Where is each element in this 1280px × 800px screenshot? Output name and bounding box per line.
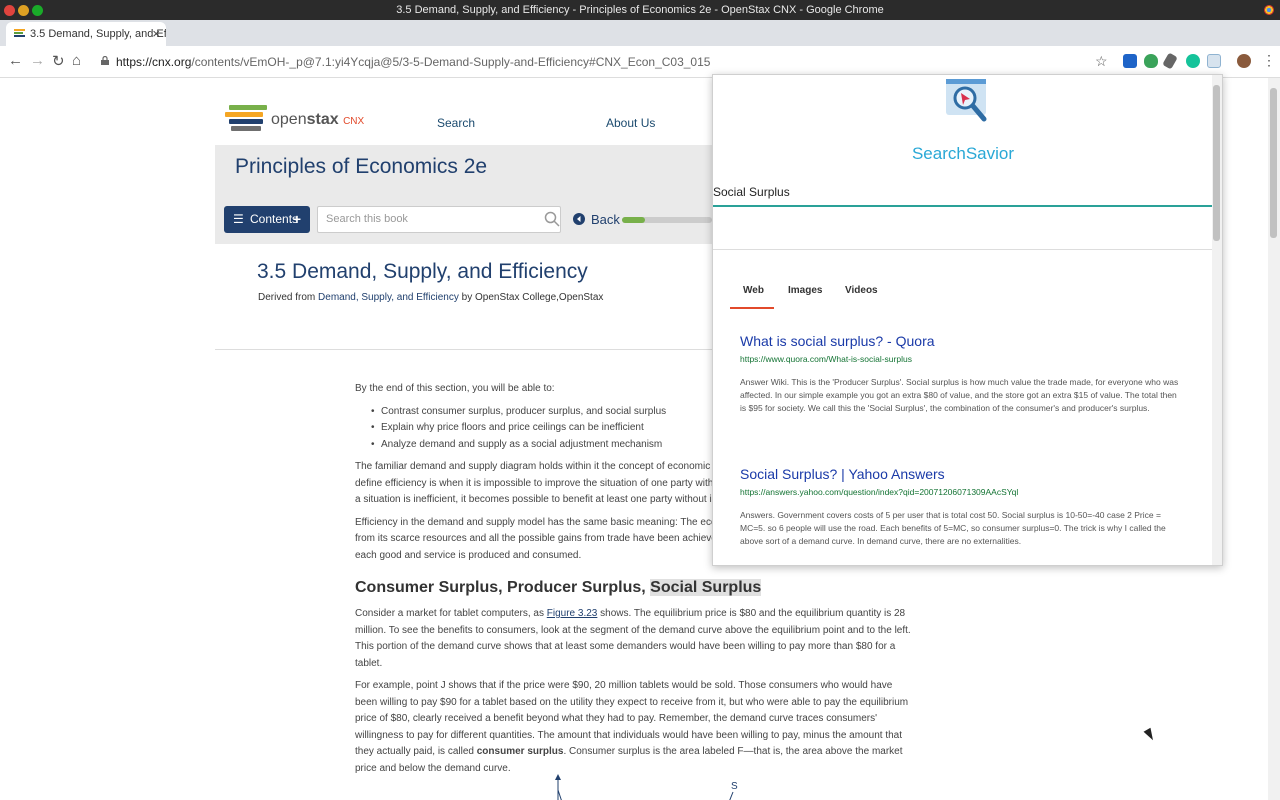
back-link[interactable]: Back: [591, 212, 620, 227]
search-book-input[interactable]: Search this book: [317, 206, 561, 233]
close-window-button[interactable]: [4, 5, 15, 16]
tab-videos[interactable]: Videos: [845, 285, 878, 296]
logo-text: openstax CNX: [271, 111, 364, 129]
tab-title: 3.5 Demand, Supply, and Effic: [30, 28, 166, 40]
logo-bar-green: [229, 105, 267, 110]
book-title[interactable]: Principles of Economics 2e: [235, 155, 487, 179]
result-title[interactable]: What is social surplus? - Quora: [740, 333, 1180, 349]
window-title: 3.5 Demand, Supply, and Efficiency - Pri…: [396, 4, 884, 16]
logo-bar-orange: [225, 112, 263, 117]
tab-images[interactable]: Images: [788, 285, 822, 296]
subsection-heading: Consumer Surplus, Producer Surplus, Soci…: [355, 578, 915, 598]
result-url[interactable]: https://www.quora.com/What-is-social-sur…: [740, 354, 1180, 364]
result-title[interactable]: Social Surplus? | Yahoo Answers: [740, 466, 1180, 482]
derived-source-link[interactable]: Demand, Supply, and Efficiency: [318, 292, 459, 303]
lock-icon: [101, 56, 109, 65]
back-arrow-icon[interactable]: ←: [8, 52, 23, 69]
maximize-window-button[interactable]: [32, 5, 43, 16]
search-icon[interactable]: [544, 211, 560, 227]
page-scrollbar-thumb[interactable]: [1270, 88, 1277, 238]
extension-tool-icon[interactable]: [1162, 52, 1178, 70]
paragraph: Consider a market for tablet computers, …: [355, 606, 915, 672]
heading-text: Consumer Surplus, Producer Surplus,: [355, 579, 651, 596]
result-url[interactable]: https://answers.yahoo.com/question/index…: [740, 487, 1180, 497]
section-title: 3.5 Demand, Supply, and Efficiency: [257, 260, 588, 283]
reload-icon[interactable]: ↻: [52, 52, 65, 70]
derived-suffix: by OpenStax College,OpenStax: [461, 292, 604, 303]
mouse-cursor-icon: [1143, 727, 1157, 743]
heading-highlight: Social Surplus: [650, 579, 762, 596]
nav-about-link[interactable]: About Us: [606, 116, 655, 130]
contents-label: Contents: [250, 212, 299, 226]
divider: [215, 349, 715, 350]
chrome-icon: [1264, 5, 1274, 15]
paragraph-text: Consider a market for tablet computers, …: [355, 608, 544, 619]
popup-divider: [713, 249, 1213, 250]
window-titlebar: 3.5 Demand, Supply, and Efficiency - Pri…: [0, 0, 1280, 20]
result-snippet: Answers. Government covers costs of 5 pe…: [740, 510, 1166, 546]
searchsavior-logo-icon: [946, 79, 987, 122]
searchsavior-popup: SearchSavior Web Images Videos What is s…: [712, 74, 1223, 566]
address-bar[interactable]: https://cnx.org/contents/vEmOH-_p@7.1:yi…: [116, 55, 710, 69]
minimize-window-button[interactable]: [18, 5, 29, 16]
derived-prefix: Derived from: [258, 292, 316, 303]
logo-suffix: CNX: [343, 116, 365, 127]
nav-search-link[interactable]: Search: [437, 116, 475, 130]
figure-link[interactable]: Figure 3.23: [547, 608, 598, 619]
browser-tab[interactable]: 3.5 Demand, Supply, and Effic ×: [6, 22, 166, 46]
reading-progress-fill: [622, 217, 645, 223]
tab-strip: 3.5 Demand, Supply, and Effic × +: [0, 20, 1280, 62]
extension-searchsavior-icon[interactable]: [1207, 54, 1221, 68]
extension-grammarly-icon[interactable]: [1186, 54, 1200, 68]
figure-graph: [555, 774, 734, 800]
figure-supply-label: S: [731, 781, 738, 792]
search-query-input[interactable]: [713, 179, 1213, 207]
forward-arrow-icon[interactable]: →: [30, 52, 45, 69]
popup-scrollbar-thumb[interactable]: [1213, 85, 1220, 241]
searchsavior-title: SearchSavior: [911, 144, 1015, 163]
url-path: /contents/vEmOH-_p@7.1:yi4Ycqja@5/3-5-De…: [191, 55, 711, 69]
popup-scrollbar[interactable]: [1212, 75, 1222, 565]
extension-translate-icon[interactable]: [1123, 54, 1137, 68]
logo-bar-gray: [231, 126, 261, 131]
result-snippet: Answer Wiki. This is the 'Producer Surpl…: [740, 377, 1179, 413]
reading-progress: [622, 217, 712, 223]
derived-from: Derived from Demand, Supply, and Efficie…: [258, 292, 603, 303]
contents-button[interactable]: ☰ Contents +: [224, 206, 310, 233]
home-icon[interactable]: ⌂: [72, 52, 81, 69]
list-icon: ☰: [233, 212, 244, 226]
logo-bar-navy: [229, 119, 263, 124]
term-consumer-surplus: consumer surplus: [476, 746, 564, 757]
url-host: https://cnx.org: [116, 55, 192, 69]
openstax-favicon-icon: [14, 29, 25, 39]
menu-kebab-icon[interactable]: ⋮: [1262, 52, 1276, 69]
extension-shield-icon[interactable]: [1144, 54, 1158, 68]
tab-close-icon[interactable]: ×: [152, 22, 160, 46]
tab-web[interactable]: Web: [743, 285, 764, 296]
logo-text-plain: open: [271, 111, 307, 128]
profile-avatar[interactable]: [1237, 54, 1251, 68]
search-result: Social Surplus? | Yahoo Answers https://…: [740, 466, 1180, 548]
logo-text-bold: stax: [306, 111, 339, 128]
search-result: What is social surplus? - Quora https://…: [740, 333, 1180, 415]
page-scrollbar[interactable]: [1268, 78, 1280, 800]
back-circle-icon[interactable]: [573, 213, 585, 225]
plus-icon: +: [292, 211, 301, 227]
active-tab-indicator: [730, 307, 774, 309]
bookmark-star-icon[interactable]: ☆: [1095, 53, 1108, 70]
paragraph: For example, point J shows that if the p…: [355, 678, 915, 777]
